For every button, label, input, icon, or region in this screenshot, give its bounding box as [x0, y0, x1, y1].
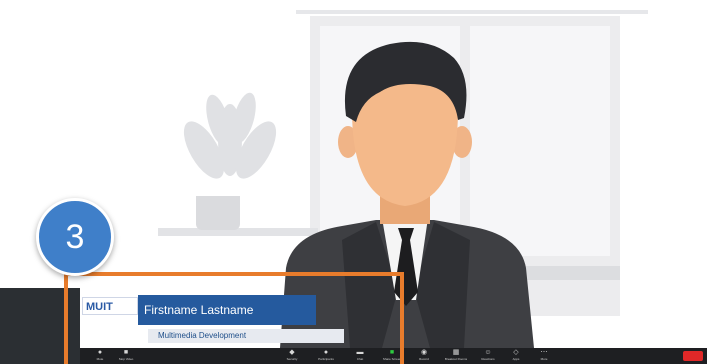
- record-button[interactable]: ◉ Record: [408, 349, 440, 363]
- breakout-rooms-icon: ▦: [452, 349, 460, 356]
- end-meeting-button[interactable]: [683, 351, 703, 361]
- breakout-rooms-button[interactable]: ▦ Breakout Rooms: [440, 349, 472, 363]
- more-button[interactable]: ⋯ More: [528, 349, 560, 363]
- highlight-box: [64, 272, 404, 364]
- apps-icon: ◇: [513, 349, 519, 356]
- record-icon: ◉: [420, 349, 428, 356]
- plant-icon: [183, 92, 277, 179]
- more-icon: ⋯: [540, 349, 548, 356]
- reactions-icon: ☺: [484, 349, 492, 356]
- step-badge: 3: [36, 198, 114, 276]
